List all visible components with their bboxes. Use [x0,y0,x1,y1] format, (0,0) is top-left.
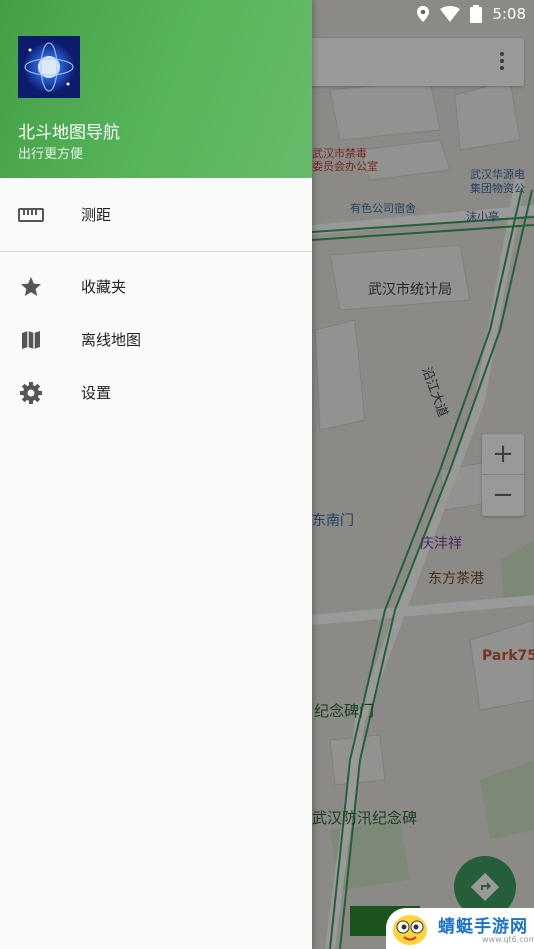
dragonfly-mascot-icon [393,915,427,945]
app-logo [18,36,80,98]
menu-item-label: 收藏夹 [81,278,127,296]
watermark-url: www.qt6.com [482,935,534,944]
status-bar: 5:08 [0,0,534,28]
menu-item-offline-maps[interactable]: 离线地图 [0,313,312,366]
watermark-text: 蜻蜓手游网 [438,917,528,937]
globe-logo-icon [18,36,80,98]
watermark: 蜻蜓手游网 www.qt6.com [386,908,534,949]
app-subtitle: 出行更方便 [18,147,84,162]
menu-item-measure-distance[interactable]: 测距 [0,188,312,241]
star-icon [18,274,44,300]
menu-item-label: 离线地图 [81,331,142,349]
location-icon [417,6,430,22]
app-title: 北斗地图导航 [18,123,120,143]
menu-item-settings[interactable]: 设置 [0,366,312,419]
wifi-icon [440,6,461,22]
navigation-drawer: 北斗地图导航 出行更方便 测距 收藏夹 离线地图 设置 [0,0,312,949]
map-icon [18,327,44,353]
menu-item-favorites[interactable]: 收藏夹 [0,260,312,313]
battery-icon [470,5,483,23]
ruler-icon [18,202,44,228]
gear-icon [18,380,44,406]
menu-divider [0,251,312,252]
menu-item-label: 设置 [81,384,112,402]
status-time: 5:08 [492,5,526,23]
menu-item-label: 测距 [81,206,112,224]
